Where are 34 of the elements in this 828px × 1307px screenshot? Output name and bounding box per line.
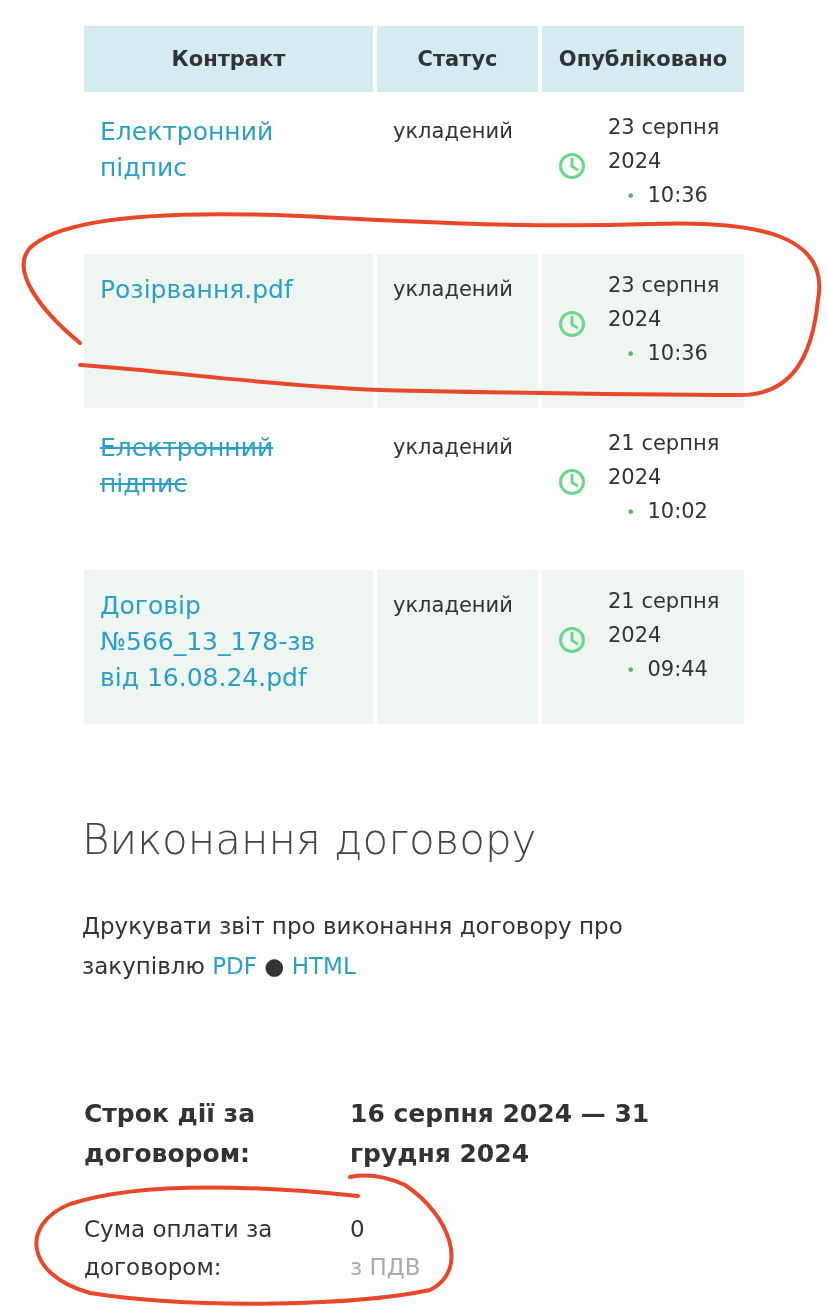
column-header: Опубліковано: [542, 26, 744, 92]
time-text: 09:44: [647, 657, 708, 681]
contract-link[interactable]: Електронний підпис: [100, 430, 357, 502]
date-text: 21 серпня 2024: [608, 430, 721, 491]
status-text: укладений: [393, 118, 514, 145]
bullet-icon: •: [626, 661, 636, 680]
bullet-icon: •: [626, 503, 636, 522]
time-text: 10:02: [647, 499, 708, 523]
contract-link[interactable]: Електронний підпис: [100, 114, 357, 186]
pdf-link[interactable]: PDF: [212, 953, 257, 979]
vat-note: з ПДВ: [350, 1253, 422, 1282]
bullet-icon: •: [626, 187, 636, 206]
term-value: 0: [350, 1215, 366, 1244]
html-link[interactable]: HTML: [291, 953, 356, 979]
status-text: укладений: [393, 276, 514, 303]
date-text: 21 серпня 2024: [608, 588, 721, 649]
clock-icon: [558, 152, 586, 180]
clock-icon: [558, 310, 586, 338]
term-value: 16 серпня 2024 — 31 грудня 2024: [350, 1098, 651, 1170]
time-text: 10:36: [647, 183, 708, 207]
report-text: Друкувати звіт про виконання договору про закупівлю PDF ● HTML: [82, 912, 624, 981]
date-text: 23 серпня 2024: [608, 272, 721, 333]
section-heading: Виконання договору: [82, 814, 538, 866]
status-text: укладений: [393, 592, 514, 619]
time-text: 10:36: [647, 341, 708, 365]
status-text: укладений: [393, 434, 514, 461]
bullet-icon: •: [626, 345, 636, 364]
clock-icon: [558, 626, 586, 654]
term-label: Сума оплати за договором:: [84, 1215, 274, 1282]
term-label: Строк дії за договором:: [84, 1098, 256, 1170]
date-text: 23 серпня 2024: [608, 114, 721, 175]
column-header: Контракт: [84, 26, 373, 92]
clock-icon: [558, 468, 586, 496]
column-header: Статус: [377, 26, 538, 92]
